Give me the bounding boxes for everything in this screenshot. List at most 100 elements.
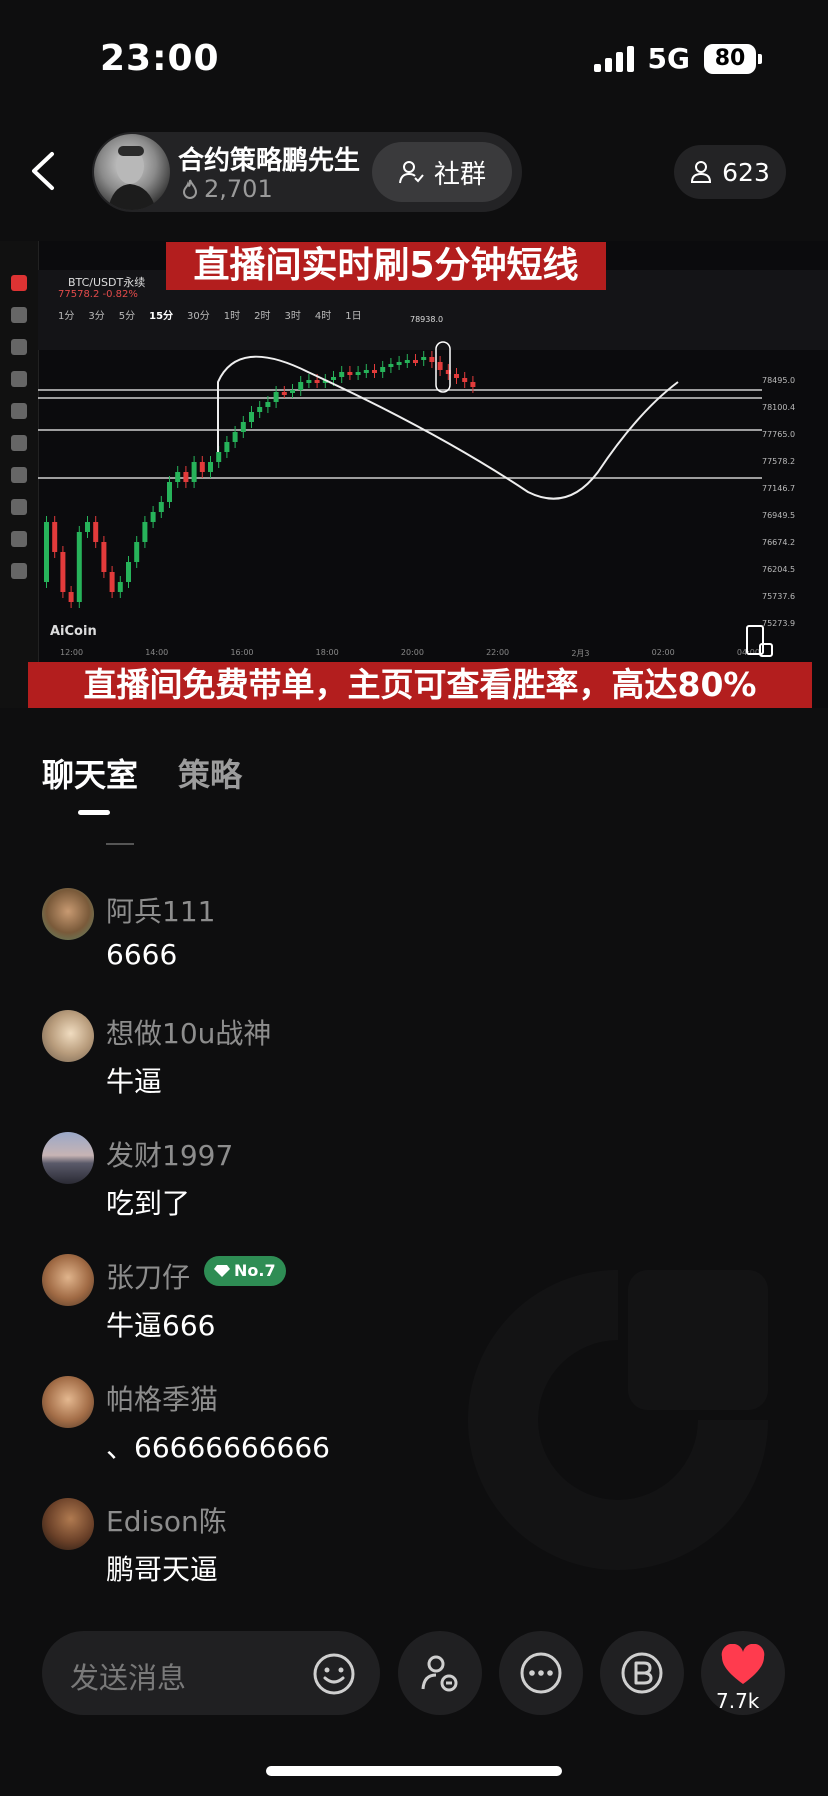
user-avatar[interactable] bbox=[42, 1132, 94, 1184]
rank-badge: No.7 bbox=[204, 1256, 286, 1286]
peak-label: 78938.0 bbox=[410, 315, 443, 324]
b-coin-button[interactable] bbox=[600, 1631, 684, 1715]
candle bbox=[388, 364, 394, 367]
app-logo-watermark bbox=[468, 1270, 768, 1570]
user-avatar[interactable] bbox=[42, 1254, 94, 1306]
aicoin-watermark: AiCoin bbox=[50, 624, 97, 639]
candle bbox=[109, 572, 115, 592]
candle bbox=[339, 372, 345, 377]
candle bbox=[347, 372, 353, 375]
candle bbox=[249, 412, 254, 422]
candle bbox=[404, 360, 410, 363]
time-label: 12:00 bbox=[60, 648, 84, 657]
user-avatar[interactable] bbox=[42, 1376, 94, 1428]
message-placeholder: 发送消息 bbox=[70, 1661, 187, 1695]
user-avatar[interactable] bbox=[42, 1010, 94, 1062]
flame-icon bbox=[182, 179, 198, 199]
candle bbox=[265, 402, 271, 407]
candle bbox=[142, 522, 148, 542]
chat-text: 6666 bbox=[106, 938, 178, 971]
price-label: 76949.5 bbox=[762, 511, 796, 520]
timeframe-tab: 1时 bbox=[223, 311, 241, 322]
divider bbox=[106, 843, 134, 845]
price-label: 77765.0 bbox=[762, 430, 796, 439]
candle bbox=[437, 362, 443, 370]
candle bbox=[470, 382, 476, 387]
candle bbox=[199, 462, 205, 472]
timeframe-tab: 1日 bbox=[345, 311, 362, 322]
candle bbox=[93, 522, 99, 542]
candle bbox=[413, 360, 418, 363]
candle bbox=[454, 374, 459, 378]
emoji-icon[interactable] bbox=[312, 1652, 356, 1696]
rotate-screen-icon[interactable] bbox=[744, 624, 774, 658]
back-icon[interactable] bbox=[24, 148, 64, 194]
candle bbox=[462, 378, 468, 382]
chat-username[interactable]: 阿兵111 bbox=[106, 890, 215, 930]
candle bbox=[68, 592, 74, 602]
home-indicator[interactable] bbox=[266, 1766, 562, 1776]
candle bbox=[355, 372, 361, 375]
candle bbox=[273, 392, 279, 402]
banner-top: 直播间实时刷5分钟短线 bbox=[166, 242, 606, 290]
candle bbox=[290, 390, 295, 393]
user-avatar[interactable] bbox=[42, 1498, 94, 1550]
candle bbox=[158, 502, 164, 512]
candle bbox=[44, 522, 49, 582]
candle bbox=[216, 452, 222, 462]
candle bbox=[363, 370, 369, 373]
candle bbox=[298, 382, 304, 390]
host-avatar[interactable] bbox=[94, 134, 170, 210]
time-label: 2月3 bbox=[571, 649, 590, 658]
tab-chat[interactable]: 聊天室 bbox=[42, 750, 138, 796]
chat-username[interactable]: 想做10u战神 bbox=[106, 1012, 271, 1052]
more-button[interactable] bbox=[499, 1631, 583, 1715]
candle bbox=[421, 357, 427, 360]
network-type: 5G bbox=[647, 42, 690, 75]
viewer-count-button[interactable]: 623 bbox=[674, 145, 786, 199]
candle bbox=[232, 432, 238, 442]
timeframe-tab: 30分 bbox=[187, 311, 210, 322]
candle bbox=[175, 472, 181, 482]
community-button[interactable]: 社群 bbox=[372, 142, 512, 202]
price-label: 78100.4 bbox=[762, 403, 796, 412]
chat-text: 吃到了 bbox=[106, 1187, 191, 1220]
heart-icon bbox=[721, 1644, 765, 1684]
community-icon bbox=[398, 161, 424, 184]
timeframe-tab: 15分 bbox=[149, 311, 174, 322]
status-time: 23:00 bbox=[100, 38, 220, 79]
battery-level: 80 bbox=[704, 43, 756, 74]
viewer-count: 623 bbox=[722, 157, 770, 187]
user-action-button[interactable] bbox=[398, 1631, 482, 1715]
candle bbox=[240, 422, 246, 432]
price-axis: 78495.0 78100.4 77765.0 77578.2 77146.7 76949… bbox=[762, 376, 822, 646]
time-label: 20:00 bbox=[400, 648, 424, 657]
chat-username[interactable]: 发财1997 bbox=[106, 1134, 233, 1174]
community-label: 社群 bbox=[433, 159, 486, 190]
candle bbox=[134, 542, 140, 562]
tab-indicator bbox=[78, 810, 110, 815]
candlestick-chart: 78938.0 bbox=[38, 315, 762, 608]
candle bbox=[150, 512, 156, 522]
timeframe-tab: 2时 bbox=[254, 311, 271, 322]
price-label: 77578.2 bbox=[762, 457, 796, 466]
battery-icon: 80 bbox=[704, 43, 762, 74]
candle bbox=[208, 462, 213, 472]
chat-username[interactable]: 帕格季猫 bbox=[106, 1378, 218, 1418]
rank-badge-label: No.7 bbox=[234, 1261, 276, 1280]
price-label: 78495.0 bbox=[762, 376, 796, 385]
chat-username[interactable]: Edison陈 bbox=[106, 1500, 227, 1540]
candle bbox=[380, 367, 386, 372]
timeframe-tab: 3分 bbox=[88, 311, 105, 322]
timeframe-tabs: 1分 3分 5分 15分 30分 1时 2时 3时 4时 1日 bbox=[58, 307, 362, 322]
chat-username[interactable]: 张刀仔 bbox=[106, 1256, 190, 1296]
candle bbox=[224, 442, 230, 452]
like-count: 7.7k bbox=[716, 1689, 760, 1713]
time-label: 16:00 bbox=[230, 648, 254, 657]
tab-strategy[interactable]: 策略 bbox=[178, 750, 242, 796]
candle bbox=[167, 482, 172, 502]
candle bbox=[191, 462, 197, 482]
candle bbox=[314, 380, 320, 383]
host-likes-count: 2,701 bbox=[204, 175, 273, 203]
user-avatar[interactable] bbox=[42, 888, 94, 940]
